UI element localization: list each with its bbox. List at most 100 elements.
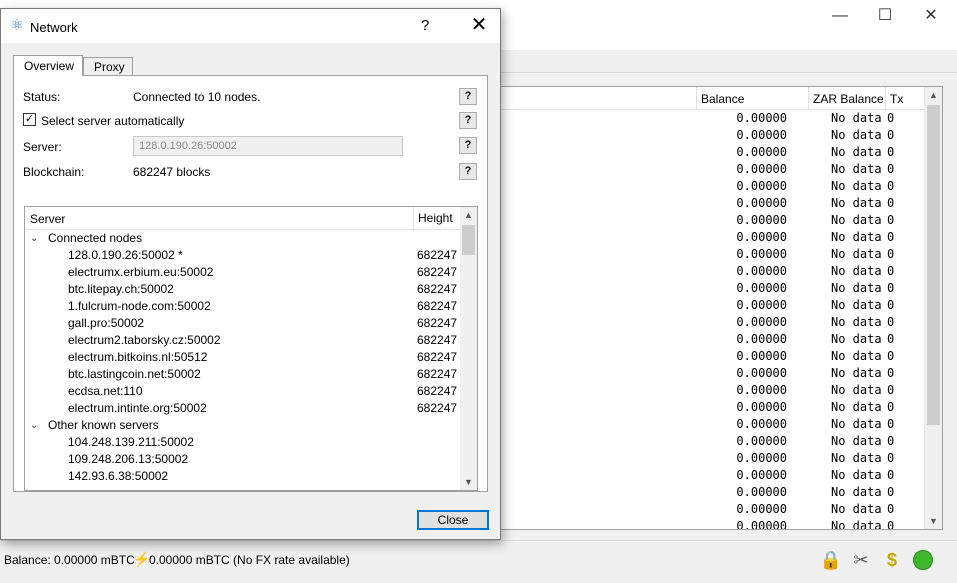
address-row[interactable]: 0.00000 No data 0	[501, 161, 925, 178]
dialog-close-icon[interactable]: ✕	[465, 13, 493, 37]
address-row[interactable]: 0.00000 No data 0	[501, 110, 925, 127]
scroll-up-icon[interactable]: ▲	[925, 87, 942, 103]
address-row[interactable]: 0.00000 No data 0	[501, 433, 925, 450]
scroll-down-icon[interactable]: ▼	[460, 474, 477, 490]
col-balance[interactable]: Balance	[696, 87, 808, 109]
server-row[interactable]: ecdsa.net:110 682247	[25, 383, 461, 400]
scrollbar-thumb[interactable]	[462, 225, 475, 255]
electrum-app-icon: ⚛	[10, 17, 24, 34]
address-row[interactable]: 0.00000 No data 0	[501, 382, 925, 399]
auto-server-help-button[interactable]: ?	[459, 112, 477, 129]
address-row[interactable]: 0.00000 No data 0	[501, 195, 925, 212]
server-tree-header: Server Height	[25, 207, 461, 230]
server-host: 1.fulcrum-node.com:50002	[68, 299, 211, 313]
chevron-down-icon[interactable]: ⌄	[30, 417, 38, 434]
address-row[interactable]: 0.00000 No data 0	[501, 212, 925, 229]
address-row[interactable]: 0.00000 No data 0	[501, 280, 925, 297]
address-row[interactable]: 0.00000 No data 0	[501, 467, 925, 484]
address-row[interactable]: 0.00000 No data 0	[501, 518, 925, 529]
network-status-dot	[913, 550, 933, 570]
server-row[interactable]: btc.lastingcoin.net:50002 682247	[25, 366, 461, 383]
lock-icon[interactable]: 🔒	[818, 547, 844, 573]
address-row[interactable]: 0.00000 No data 0	[501, 399, 925, 416]
network-dialog: ⚛ Network ? ✕ Overview Proxy Status: Con…	[0, 8, 501, 540]
row-zar-balance: No data	[831, 434, 882, 448]
row-zar-balance: No data	[831, 383, 882, 397]
server-row[interactable]: electrum.intinte.org:50002 682247	[25, 400, 461, 417]
window-close-button[interactable]: ✕	[919, 6, 943, 26]
address-row[interactable]: 0.00000 No data 0	[501, 246, 925, 263]
row-tx-count: 0	[887, 485, 895, 499]
col-height[interactable]: Height	[413, 207, 462, 229]
address-row[interactable]: 0.00000 No data 0	[501, 348, 925, 365]
server-row[interactable]: gall.pro:50002 682247	[25, 315, 461, 332]
dialog-titlebar: ⚛ Network ? ✕	[1, 9, 500, 43]
auto-server-checkbox[interactable]: ✓	[23, 113, 36, 126]
col-zar-balance[interactable]: ZAR Balance	[808, 87, 885, 109]
address-row[interactable]: 0.00000 No data 0	[501, 501, 925, 518]
scroll-down-icon[interactable]: ▼	[925, 513, 942, 529]
address-row[interactable]: 0.00000 No data 0	[501, 297, 925, 314]
row-zar-balance: No data	[831, 213, 882, 227]
address-list-header: Balance ZAR Balance Tx	[501, 87, 925, 110]
seed-icon[interactable]: $	[879, 547, 905, 573]
server-row[interactable]: btc.litepay.ch:50002 682247	[25, 281, 461, 298]
col-server[interactable]: Server	[30, 212, 65, 226]
server-host: electrum.intinte.org:50002	[68, 401, 207, 415]
close-button[interactable]: Close	[417, 510, 489, 530]
server-host: btc.litepay.ch:50002	[68, 282, 174, 296]
address-row[interactable]: 0.00000 No data 0	[501, 314, 925, 331]
address-row[interactable]: 0.00000 No data 0	[501, 484, 925, 501]
tab-proxy[interactable]: Proxy	[83, 57, 133, 75]
status-help-button[interactable]: ?	[459, 88, 477, 105]
server-input[interactable]: 128.0.190.26:50002	[133, 136, 403, 156]
server-row[interactable]: electrumx.erbium.eu:50002 682247	[25, 264, 461, 281]
col-tx[interactable]: Tx	[885, 87, 925, 109]
row-zar-balance: No data	[831, 332, 882, 346]
preferences-tools-icon[interactable]: ✂	[848, 547, 874, 573]
row-zar-balance: No data	[831, 502, 882, 516]
network-status-icon[interactable]	[910, 547, 936, 573]
server-host: 109.248.206.13:50002	[68, 452, 189, 466]
tree-group[interactable]: ⌄ Other known servers	[25, 417, 461, 434]
server-row[interactable]: 1.fulcrum-node.com:50002 682247	[25, 298, 461, 315]
server-row[interactable]: 109.248.206.13:50002	[25, 451, 461, 468]
address-row[interactable]: 0.00000 No data 0	[501, 229, 925, 246]
server-height: 682247	[417, 384, 458, 398]
address-list-scrollbar[interactable]: ▲ ▼	[924, 87, 942, 529]
server-tree: Server Height ⌄ Connected nodes 128.0.190.…	[24, 206, 478, 491]
scroll-up-icon[interactable]: ▲	[460, 207, 477, 223]
server-height: 682247	[417, 333, 458, 347]
server-row[interactable]: 128.0.190.26:50002 * 682247	[25, 247, 461, 264]
address-row[interactable]: 0.00000 No data 0	[501, 365, 925, 382]
address-row[interactable]: 0.00000 No data 0	[501, 127, 925, 144]
address-row[interactable]: 0.00000 No data 0	[501, 263, 925, 280]
row-tx-count: 0	[887, 400, 895, 414]
tree-group-label: Connected nodes	[48, 231, 143, 245]
dialog-help-button[interactable]: ?	[421, 17, 429, 34]
row-tx-count: 0	[887, 179, 895, 193]
blockchain-help-button[interactable]: ?	[459, 163, 477, 180]
row-zar-balance: No data	[831, 315, 882, 329]
server-tree-scrollbar[interactable]: ▲ ▼	[460, 207, 477, 490]
row-tx-count: 0	[887, 315, 895, 329]
chevron-down-icon[interactable]: ⌄	[30, 230, 38, 247]
server-row[interactable]: 142.93.6.38:50002	[25, 468, 461, 485]
row-balance: 0.00000	[736, 332, 787, 346]
maximize-button[interactable]: ☐	[873, 6, 897, 26]
minimize-button[interactable]: —	[828, 6, 852, 26]
server-help-button[interactable]: ?	[459, 137, 477, 154]
address-row[interactable]: 0.00000 No data 0	[501, 416, 925, 433]
row-tx-count: 0	[887, 383, 895, 397]
server-row[interactable]: electrum2.taborsky.cz:50002 682247	[25, 332, 461, 349]
address-row[interactable]: 0.00000 No data 0	[501, 450, 925, 467]
tree-group[interactable]: ⌄ Connected nodes	[25, 230, 461, 247]
address-row[interactable]: 0.00000 No data 0	[501, 331, 925, 348]
auto-server-label[interactable]: Select server automatically	[41, 114, 184, 128]
address-row[interactable]: 0.00000 No data 0	[501, 144, 925, 161]
address-row[interactable]: 0.00000 No data 0	[501, 178, 925, 195]
server-row[interactable]: 104.248.139.211:50002	[25, 434, 461, 451]
server-row[interactable]: electrum.bitkoins.nl:50512 682247	[25, 349, 461, 366]
scrollbar-thumb[interactable]	[927, 105, 940, 425]
tab-overview[interactable]: Overview	[13, 55, 83, 76]
